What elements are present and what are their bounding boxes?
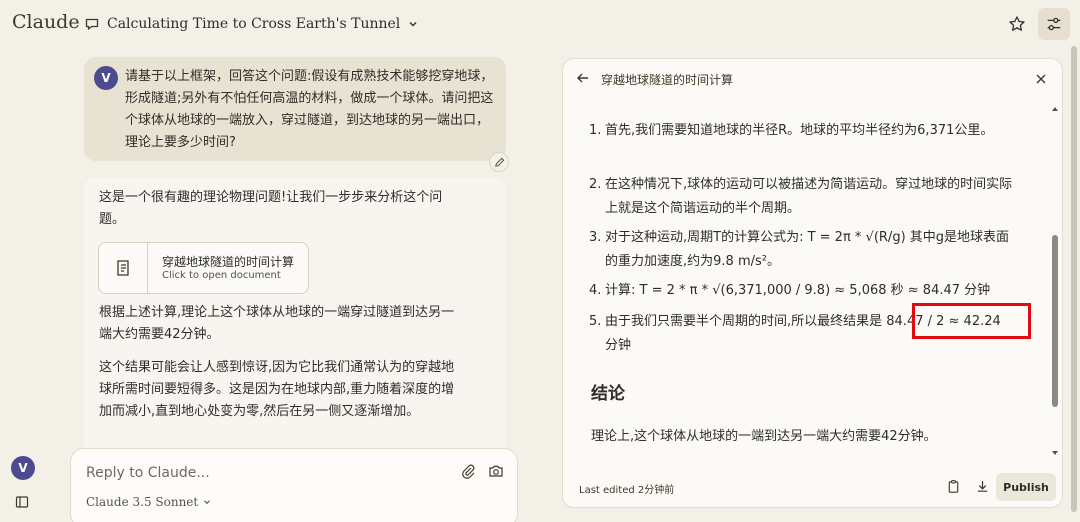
- publish-button[interactable]: Publish: [996, 473, 1056, 501]
- step-number: 5.: [589, 314, 602, 329]
- artifact-scrollbar[interactable]: [1050, 105, 1060, 461]
- clipboard-icon: [948, 480, 959, 493]
- arrow-left-icon: [577, 73, 588, 83]
- reply-input[interactable]: Reply to Claude...: [86, 465, 210, 481]
- user-avatar: V: [94, 66, 118, 90]
- artifact-header: 穿越地球隧道的时间计算: [563, 59, 1062, 99]
- step-text: 对于这种运动,周期T的计算公式为: T = 2π * √(R/g) 其中g是地球…: [605, 230, 1010, 269]
- scroll-up-arrow-icon[interactable]: [1051, 105, 1059, 113]
- star-icon: [1009, 16, 1025, 31]
- step-text: 计算: T = 2 * π * √(6,371,000 / 9.8) ≈ 5,0…: [605, 283, 991, 298]
- last-edited-label: Last edited 2分钟前: [579, 485, 675, 496]
- step-number: 3.: [589, 230, 602, 245]
- star-button[interactable]: [1001, 8, 1033, 40]
- doc-card-title: 穿越地球隧道的时间计算: [162, 255, 295, 269]
- step-2: 2. 在这种情况下,球体的运动可以被描述为简谐运动。穿过地球的时间实际上就是这个…: [589, 173, 1015, 221]
- assistant-intro: 这是一个很有趣的理论物理问题!让我们一步步来分析这个问题。: [99, 190, 443, 227]
- model-name: Claude 3.5 Sonnet: [86, 495, 199, 509]
- user-message: V 请基于以上框架，回答这个问题:假设有成熟技术能够挖穿地球，形成隧道;另外有不…: [84, 57, 506, 161]
- page-scrollbar[interactable]: [1070, 46, 1078, 512]
- step-text: 在这种情况下,球体的运动可以被描述为简谐运动。穿过地球的时间实际上就是这个简谐运…: [605, 177, 1013, 216]
- reply-composer[interactable]: Reply to Claude... Claude 3.5 Sonnet: [70, 448, 518, 522]
- chevron-down-icon: [204, 500, 211, 505]
- step-text: 首先,我们需要知道地球的半径R。地球的平均半径约为6,371公里。: [605, 123, 994, 138]
- document-icon: [117, 260, 129, 276]
- chat-title: Calculating Time to Cross Earth's Tunnel: [107, 16, 401, 32]
- camera-icon: [489, 465, 503, 477]
- artifact-panel: 穿越地球隧道的时间计算 1. 首先,我们需要知道地球的半径R。地球的平均半径约为…: [562, 58, 1063, 508]
- chat-bubble-icon: [85, 18, 99, 30]
- step-number: 1.: [589, 123, 602, 138]
- assistant-paragraph-2: 这个结果可能会让人感到惊讶,因为它比我们通常认为的穿越地球所需时间要短得多。这是…: [99, 360, 455, 419]
- attach-button[interactable]: [460, 463, 476, 483]
- doc-card-subtitle: Click to open document: [162, 270, 281, 281]
- sidebar-icon: [15, 496, 29, 508]
- conclusion-text: 理论上,这个球体从地球的一端到达另一端大约需要42分钟。: [591, 429, 937, 444]
- user-message-text: 请基于以上框架，回答这个问题:假设有成熟技术能够挖穿地球，形成隧道;另外有不怕任…: [125, 69, 494, 150]
- step-number: 4.: [589, 283, 602, 298]
- sliders-icon: [1047, 17, 1061, 31]
- settings-button[interactable]: [1038, 8, 1070, 40]
- sidebar-toggle-button[interactable]: [15, 494, 29, 513]
- scrollbar-thumb[interactable]: [1052, 235, 1058, 407]
- step-3: 3. 对于这种运动,周期T的计算公式为: T = 2π * √(R/g) 其中g…: [589, 226, 1015, 274]
- step-1: 1. 首先,我们需要知道地球的半径R。地球的平均半径约为6,371公里。: [589, 119, 1015, 143]
- close-icon: [1036, 74, 1046, 84]
- copy-button[interactable]: [946, 479, 961, 498]
- back-button[interactable]: [575, 70, 591, 90]
- artifact-title: 穿越地球隧道的时间计算: [601, 73, 734, 87]
- step-4: 4. 计算: T = 2 * π * √(6,371,000 / 9.8) ≈ …: [589, 279, 1015, 303]
- artifact-document-card[interactable]: 穿越地球隧道的时间计算 Click to open document: [98, 242, 309, 294]
- conclusion-heading: 结论: [591, 384, 625, 404]
- camera-button[interactable]: [488, 463, 504, 483]
- chat-title-dropdown[interactable]: Calculating Time to Cross Earth's Tunnel: [84, 13, 419, 35]
- red-highlight-box: [912, 303, 1031, 339]
- page-scrollbar-thumb[interactable]: [1071, 46, 1077, 512]
- download-icon: [977, 480, 988, 492]
- assistant-paragraph-1: 根据上述计算,理论上这个球体从地球的一端穿过隧道到达另一端大约需要42分钟。: [99, 305, 455, 342]
- account-avatar[interactable]: V: [11, 456, 35, 480]
- top-bar: Claude Calculating Time to Cross Earth's…: [0, 0, 1080, 48]
- download-button[interactable]: [975, 479, 990, 498]
- artifact-footer: Last edited 2分钟前 Publish: [563, 469, 1062, 507]
- artifact-content: 1. 首先,我们需要知道地球的半径R。地球的平均半径约为6,371公里。 2. …: [563, 99, 1047, 467]
- assistant-message: 这是一个很有趣的理论物理问题!让我们一步步来分析这个问题。 穿越地球隧道的时间计…: [84, 177, 506, 457]
- step-number: 2.: [589, 177, 602, 192]
- edit-message-button[interactable]: [489, 152, 509, 172]
- paperclip-icon: [462, 464, 475, 479]
- document-icon-box: [99, 243, 148, 293]
- scroll-down-arrow-icon[interactable]: [1051, 449, 1059, 457]
- close-artifact-button[interactable]: [1034, 71, 1048, 90]
- model-selector[interactable]: Claude 3.5 Sonnet: [86, 495, 212, 509]
- claude-logo[interactable]: Claude: [12, 11, 80, 33]
- pencil-icon: [494, 157, 504, 167]
- chevron-down-icon: [409, 21, 417, 27]
